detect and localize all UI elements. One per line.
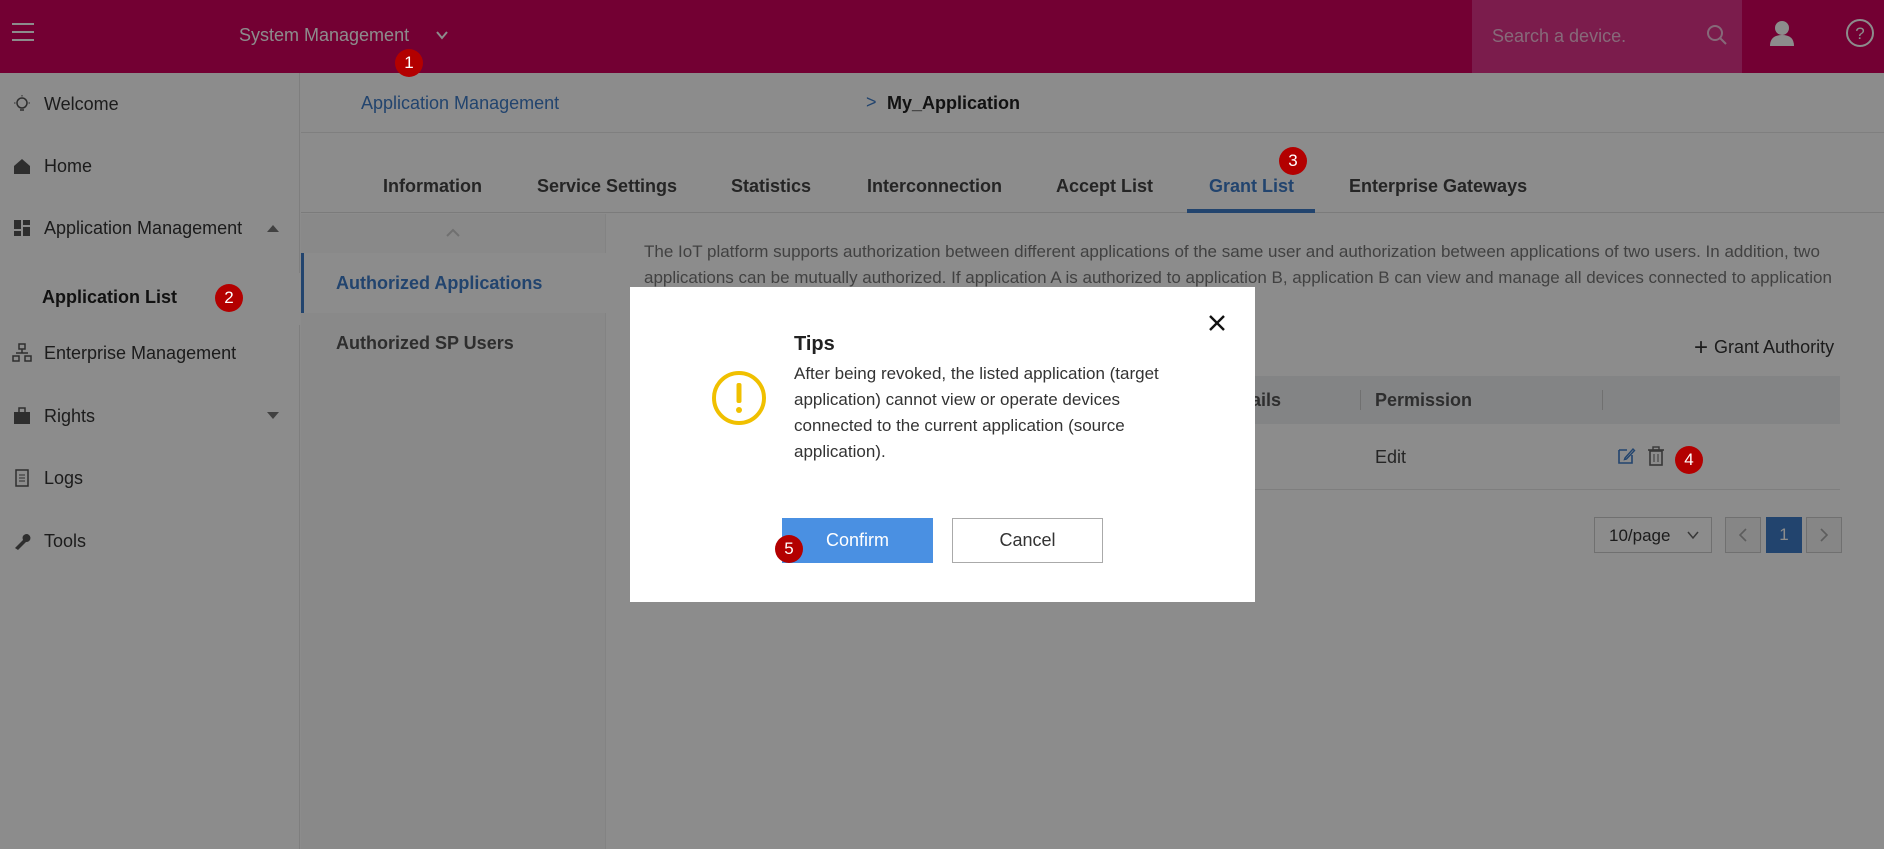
dialog-message: After being revoked, the listed applicat… (794, 364, 1159, 461)
warning-icon (712, 371, 766, 425)
annotation-marker: 1 (395, 49, 423, 77)
annotation-marker: 5 (775, 535, 803, 563)
tips-dialog: Tips After being revoked, the listed app… (630, 287, 1255, 602)
annotation-marker: 3 (1279, 147, 1307, 175)
close-icon[interactable] (1207, 313, 1227, 333)
confirm-button[interactable]: Confirm (782, 518, 933, 563)
annotation-marker: 4 (1675, 446, 1703, 474)
annotation-marker: 2 (215, 284, 243, 312)
cancel-button[interactable]: Cancel (952, 518, 1103, 563)
dialog-title: Tips (794, 333, 835, 355)
